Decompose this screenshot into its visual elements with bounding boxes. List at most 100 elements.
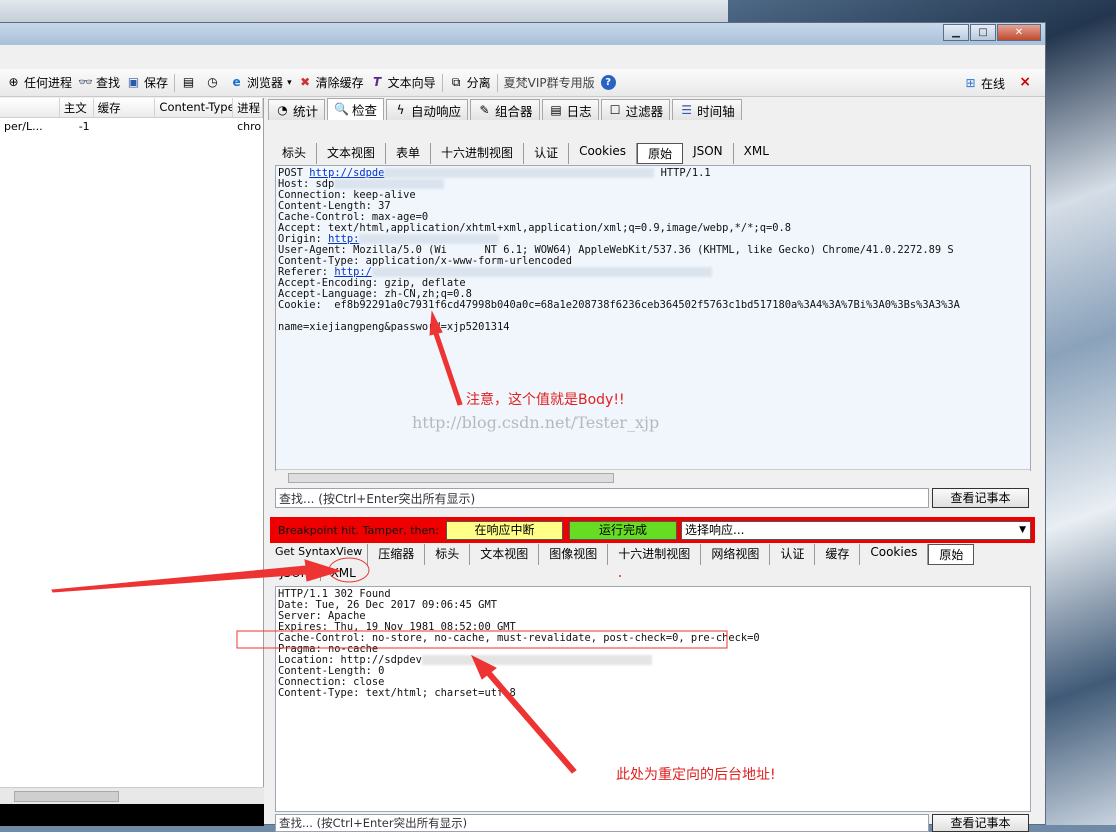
scrollbar-thumb[interactable] — [288, 473, 614, 483]
request-find-input[interactable]: 查找... (按Ctrl+Enter突出所有显示) — [275, 488, 929, 508]
session-list-header: 主文 缓存 Content-Type 进程 — [0, 98, 264, 118]
resp-tab-syntaxview[interactable]: Get SyntaxView — [270, 544, 369, 565]
tab-inspectors[interactable]: 🔍 检查 — [327, 98, 385, 120]
req-tab-xml[interactable]: XML — [734, 143, 779, 164]
break-on-response-button[interactable]: 在响应中断 — [446, 520, 563, 540]
resp-tab-transformer[interactable]: 压缩器 — [368, 544, 426, 565]
timeline-icon: ☰ — [681, 102, 692, 117]
resp-tab-cookies[interactable]: Cookies — [860, 544, 929, 565]
column-url[interactable] — [0, 98, 60, 117]
watermark: http://blog.csdn.net/Tester_xjp — [412, 413, 660, 432]
req-tab-raw[interactable]: 原始 — [637, 143, 684, 164]
tab-statistics[interactable]: ◔ 统计 — [268, 99, 326, 120]
ie-icon: e — [232, 75, 241, 89]
resp-tab-auth[interactable]: 认证 — [770, 544, 816, 565]
dropdown-arrow-icon: ▾ — [287, 77, 292, 88]
breakpoint-text: Breakpoint hit. Tamper, then: — [278, 523, 439, 537]
body-annotation: 注意，这个值就是Body!! — [466, 392, 625, 408]
column-body[interactable]: 主文 — [60, 98, 94, 117]
req-tab-hexview[interactable]: 十六进制视图 — [431, 143, 525, 164]
resp-tab-imageview[interactable]: 图像视图 — [539, 544, 609, 565]
tab-composer[interactable]: ✎ 组合器 — [470, 99, 540, 120]
screenshot-button[interactable]: ▤ — [181, 75, 199, 90]
response-find-input[interactable]: 查找... (按Ctrl+Enter突出所有显示) — [275, 814, 929, 832]
breakpoint-bar: Breakpoint hit. Tamper, then: 在响应中断 运行完成… — [270, 517, 1035, 543]
resp-tab-caching[interactable]: 缓存 — [815, 544, 861, 565]
binoculars-icon: 👓 — [78, 75, 93, 89]
maximize-icon: □ — [978, 27, 988, 38]
session-horizontal-scrollbar[interactable] — [0, 787, 264, 804]
save-icon: ▣ — [127, 75, 140, 89]
request-view-notepad-button[interactable]: 查看记事本 — [932, 488, 1029, 508]
req-tab-cookies[interactable]: Cookies — [569, 143, 638, 164]
edition-label: 夏梵VIP群专用版 — [503, 76, 595, 90]
column-content-type[interactable]: Content-Type — [155, 98, 234, 117]
resp-tab-hexview[interactable]: 十六进制视图 — [608, 544, 702, 565]
session-row[interactable]: per/L... -1 chro — [0, 118, 263, 136]
redirect-annotation: 此处为重定向的后台地址! — [616, 767, 776, 783]
close-x-button[interactable]: × — [1019, 74, 1031, 90]
online-button[interactable]: ⊞ 在线 — [963, 75, 1005, 92]
resp-tab-xml[interactable]: XML — [321, 565, 366, 581]
resp-tab-raw[interactable]: 原始 — [928, 544, 975, 565]
help-icon: ? — [600, 75, 616, 90]
req-tab-webforms[interactable]: 表单 — [386, 143, 432, 164]
request-horizontal-scrollbar[interactable] — [276, 469, 1030, 485]
scrollbar-thumb[interactable] — [14, 791, 119, 802]
clear-cache-button[interactable]: ✖ 清除缓存 — [298, 74, 364, 91]
help-button[interactable]: ? — [600, 75, 619, 90]
req-tab-auth[interactable]: 认证 — [524, 143, 570, 164]
menu-bar — [0, 45, 1045, 67]
browser-button[interactable]: e 浏览器 ▾ — [229, 74, 292, 91]
magnifier-icon: 🔍 — [334, 102, 349, 116]
network-icon: ⊞ — [965, 76, 976, 90]
checkbox-icon: ☐ — [609, 102, 621, 117]
screenshot-icon: ▤ — [182, 75, 195, 89]
choose-response-select[interactable]: 选择响应... ▼ — [681, 520, 1031, 540]
req-tab-json[interactable]: JSON — [683, 143, 734, 164]
tab-log[interactable]: ▤ 日志 — [541, 99, 599, 120]
request-subtabs: 标头 文本视图 表单 十六进制视图 认证 Cookies 原始 JSON XML — [272, 143, 779, 164]
title-bar: ▁ □ ✕ — [0, 23, 1045, 45]
toolbar-divider — [441, 73, 443, 92]
toolbar: ⊕ 任何进程 👓 查找 ▣ 保存 ▤ ◷ e 浏览器 ▾ ✖ 清除缓存 T 文本向导 ⧉ 分离 … — [0, 69, 1045, 97]
session-list: 主文 缓存 Content-Type 进程 per/L... -1 chro — [0, 98, 264, 826]
background-window-edge — [0, 0, 728, 24]
detach-icon: ⧉ — [451, 75, 461, 89]
save-button[interactable]: ▣ 保存 — [126, 74, 168, 91]
req-tab-headers[interactable]: 标头 — [272, 143, 318, 164]
req-tab-textview[interactable]: 文本视图 — [317, 143, 387, 164]
text-wizard-button[interactable]: T 文本向导 — [370, 74, 436, 91]
detach-button[interactable]: ⧉ 分离 — [449, 74, 491, 91]
run-to-completion-button[interactable]: 运行完成 — [569, 520, 677, 540]
resp-tab-textview[interactable]: 文本视图 — [470, 544, 540, 565]
inspector-tabs: ◔ 统计 🔍 检查 ϟ 自动响应 ✎ 组合器 ▤ 日志 ☐ 过滤器 ☰ 时间轴 — [268, 98, 744, 120]
maximize-button[interactable]: □ — [970, 24, 996, 41]
column-process[interactable]: 进程 — [233, 98, 264, 117]
response-subtabs-row2: JSON XML — [270, 565, 366, 581]
clear-cache-icon: ✖ — [300, 75, 311, 89]
quickexec-bar[interactable] — [0, 804, 264, 826]
row-content-type — [155, 118, 233, 136]
resp-tab-headers[interactable]: 标头 — [425, 544, 471, 565]
response-subtabs: Get SyntaxView 压缩器 标头 文本视图 图像视图 十六进制视图 网… — [270, 544, 975, 565]
tab-filters[interactable]: ☐ 过滤器 — [600, 99, 671, 120]
tab-autoresponder[interactable]: ϟ 自动响应 — [386, 99, 469, 120]
close-button[interactable]: ✕ — [997, 24, 1041, 41]
column-caching[interactable]: 缓存 — [94, 98, 156, 117]
row-process: chro — [237, 120, 262, 133]
minimize-button[interactable]: ▁ — [943, 24, 969, 41]
tab-timeline[interactable]: ☰ 时间轴 — [672, 99, 742, 120]
crosshair-icon: ⊕ — [8, 75, 19, 89]
stopwatch-icon: ◔ — [277, 102, 288, 117]
toolbar-divider — [174, 73, 176, 92]
find-button[interactable]: 👓 查找 — [78, 74, 120, 91]
resp-tab-webview[interactable]: 网络视图 — [701, 544, 771, 565]
response-view-notepad-button[interactable]: 查看记事本 — [932, 814, 1029, 832]
resp-tab-json[interactable]: JSON — [270, 565, 321, 581]
request-body: name=xiejiangpeng&password=xjp5201314 — [278, 321, 510, 333]
timer-button[interactable]: ◷ — [205, 75, 223, 90]
any-process-button[interactable]: ⊕ 任何进程 — [6, 74, 72, 91]
dropdown-arrow-icon: ▼ — [1019, 524, 1026, 535]
timer-icon: ◷ — [207, 75, 218, 89]
